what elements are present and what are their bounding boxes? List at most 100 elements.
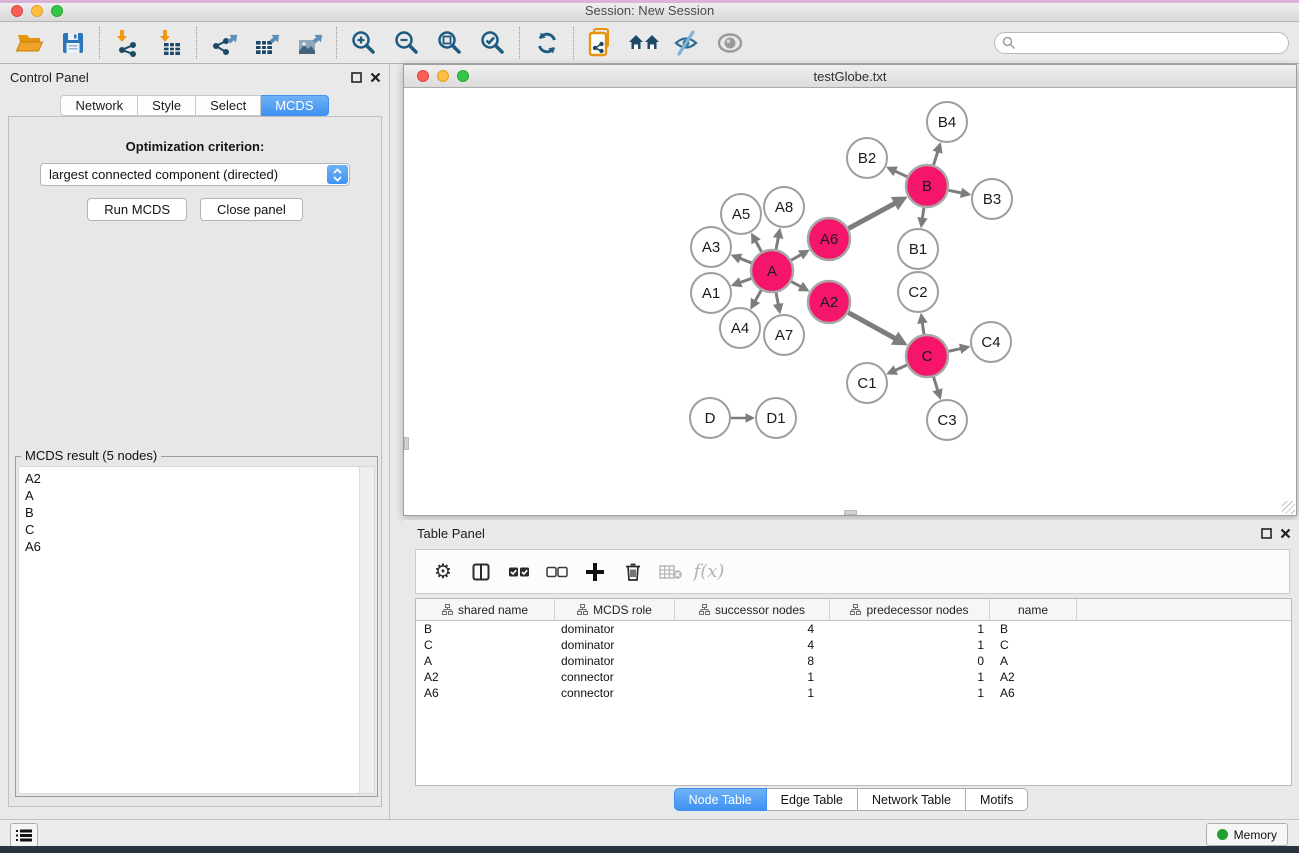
table-row[interactable]: Cdominator41C: [416, 637, 1291, 653]
result-item[interactable]: A: [19, 487, 358, 504]
add-icon[interactable]: [578, 554, 612, 590]
column-header-successor-nodes[interactable]: successor nodes: [675, 599, 830, 620]
tab-node-table[interactable]: Node Table: [674, 788, 767, 811]
search-input[interactable]: [994, 32, 1289, 54]
close-panel-icon[interactable]: [370, 72, 381, 83]
graph-node-A5[interactable]: A5: [721, 194, 761, 234]
table-row[interactable]: A2connector11A2: [416, 669, 1291, 685]
tab-edge-table[interactable]: Edge Table: [767, 788, 858, 811]
graph-node-C1[interactable]: C1: [847, 363, 887, 403]
graph-node-B2[interactable]: B2: [847, 138, 887, 178]
graph-node-C3[interactable]: C3: [927, 400, 967, 440]
graph-node-D[interactable]: D: [690, 398, 730, 438]
save-icon[interactable]: [51, 24, 94, 62]
column-icon[interactable]: [464, 554, 498, 590]
graph-node-D1[interactable]: D1: [756, 398, 796, 438]
table-row[interactable]: A6connector11A6: [416, 685, 1291, 701]
graph-edge-A-A7[interactable]: [773, 293, 783, 315]
graph-node-A3[interactable]: A3: [691, 227, 731, 267]
float-panel-icon[interactable]: [1261, 528, 1272, 539]
graph-node-B1[interactable]: B1: [898, 229, 938, 269]
column-header-name[interactable]: name: [990, 599, 1077, 620]
export-network-icon[interactable]: [202, 24, 245, 62]
graph-node-A8[interactable]: A8: [764, 187, 804, 227]
result-item[interactable]: B: [19, 504, 358, 521]
graph-edge-A-A3[interactable]: [731, 254, 752, 264]
graph-node-A7[interactable]: A7: [764, 315, 804, 355]
graph-node-C2[interactable]: C2: [898, 272, 938, 312]
network-file-icon[interactable]: [579, 24, 622, 62]
zoom-out-icon[interactable]: [385, 24, 428, 62]
graph-edge-A2-C[interactable]: [848, 313, 907, 346]
criterion-dropdown[interactable]: largest connected component (directed): [40, 163, 350, 186]
tab-select[interactable]: Select: [196, 95, 261, 116]
graph-edge-B-B3[interactable]: [949, 188, 972, 198]
column-header-shared-name[interactable]: shared name: [416, 599, 555, 620]
delete-icon[interactable]: [616, 554, 650, 590]
network-canvas[interactable]: B4 B2 B B3 A8A5 A6 A3 B1 A A1 C2 A2 A4A7 C4 C C1 C3 D D1: [404, 88, 1296, 515]
tab-style[interactable]: Style: [138, 95, 196, 116]
graph-edge-C-C3[interactable]: [933, 377, 943, 400]
network-window-titlebar[interactable]: testGlobe.txt: [404, 65, 1296, 88]
graph-edge-B-B1[interactable]: [917, 208, 927, 228]
tab-network[interactable]: Network: [60, 95, 138, 116]
float-panel-icon[interactable]: [351, 72, 362, 83]
import-table-icon[interactable]: [148, 24, 191, 62]
tab-mcds[interactable]: MCDS: [261, 95, 328, 116]
graph-node-B[interactable]: B: [906, 165, 948, 207]
select-all-icon[interactable]: [502, 554, 536, 590]
column-header-predecessor-nodes[interactable]: predecessor nodes: [830, 599, 990, 620]
graph-edge-A-A1[interactable]: [731, 277, 752, 287]
refresh-layout-icon[interactable]: [525, 24, 568, 62]
result-item[interactable]: A6: [19, 538, 358, 555]
open-folder-icon[interactable]: [8, 24, 51, 62]
deselect-all-icon[interactable]: [540, 554, 574, 590]
graph-node-B4[interactable]: B4: [927, 102, 967, 142]
graph-node-C4[interactable]: C4: [971, 322, 1011, 362]
graph-edge-D-D1[interactable]: [731, 413, 755, 423]
graph-node-C[interactable]: C: [906, 335, 948, 377]
graph-edge-A6-B[interactable]: [848, 196, 907, 228]
eye-icon[interactable]: [708, 24, 751, 62]
splitter-handle[interactable]: [404, 437, 409, 450]
graph-edge-C-C1[interactable]: [886, 365, 907, 375]
function-icon[interactable]: f(x): [692, 554, 726, 590]
zoom-in-icon[interactable]: [342, 24, 385, 62]
result-scrollbar[interactable]: [359, 467, 374, 793]
graph-edge-A-A8[interactable]: [773, 228, 783, 250]
graph-edge-A-A2[interactable]: [791, 282, 809, 292]
graph-node-A[interactable]: A: [751, 250, 793, 292]
graph-node-A4[interactable]: A4: [720, 308, 760, 348]
task-history-button[interactable]: [10, 823, 38, 847]
tab-motifs[interactable]: Motifs: [966, 788, 1028, 811]
graph-edge-A-A6[interactable]: [791, 250, 810, 260]
graph-node-B3[interactable]: B3: [972, 179, 1012, 219]
export-table-icon[interactable]: [245, 24, 288, 62]
delete-table-icon[interactable]: [654, 554, 688, 590]
hide-style-icon[interactable]: [665, 24, 708, 62]
graph-edge-A-A5[interactable]: [751, 232, 761, 251]
memory-button[interactable]: Memory: [1206, 823, 1288, 846]
graph-edge-A-A4[interactable]: [750, 290, 761, 310]
graph-edge-C-C2[interactable]: [917, 313, 927, 334]
graph-node-A1[interactable]: A1: [691, 273, 731, 313]
graph-edge-B-B2[interactable]: [886, 167, 907, 177]
close-panel-button[interactable]: Close panel: [200, 198, 303, 221]
graph-node-A2[interactable]: A2: [808, 281, 850, 323]
run-mcds-button[interactable]: Run MCDS: [87, 198, 187, 221]
resize-grip[interactable]: [1282, 501, 1295, 514]
graph-node-A6[interactable]: A6: [808, 218, 850, 260]
result-item[interactable]: A2: [19, 470, 358, 487]
export-image-icon[interactable]: [288, 24, 331, 62]
import-network-icon[interactable]: [105, 24, 148, 62]
graph-edge-B-B4[interactable]: [933, 142, 943, 165]
column-header-MCDS-role[interactable]: MCDS role: [555, 599, 675, 620]
result-item[interactable]: C: [19, 521, 358, 538]
zoom-fit-icon[interactable]: [428, 24, 471, 62]
table-row[interactable]: Bdominator41B: [416, 621, 1291, 637]
home-icon[interactable]: [622, 24, 665, 62]
gear-icon[interactable]: ⚙: [426, 554, 460, 590]
splitter-handle[interactable]: [844, 510, 857, 515]
graph-edge-C-C4[interactable]: [948, 344, 970, 354]
tab-network-table[interactable]: Network Table: [858, 788, 966, 811]
